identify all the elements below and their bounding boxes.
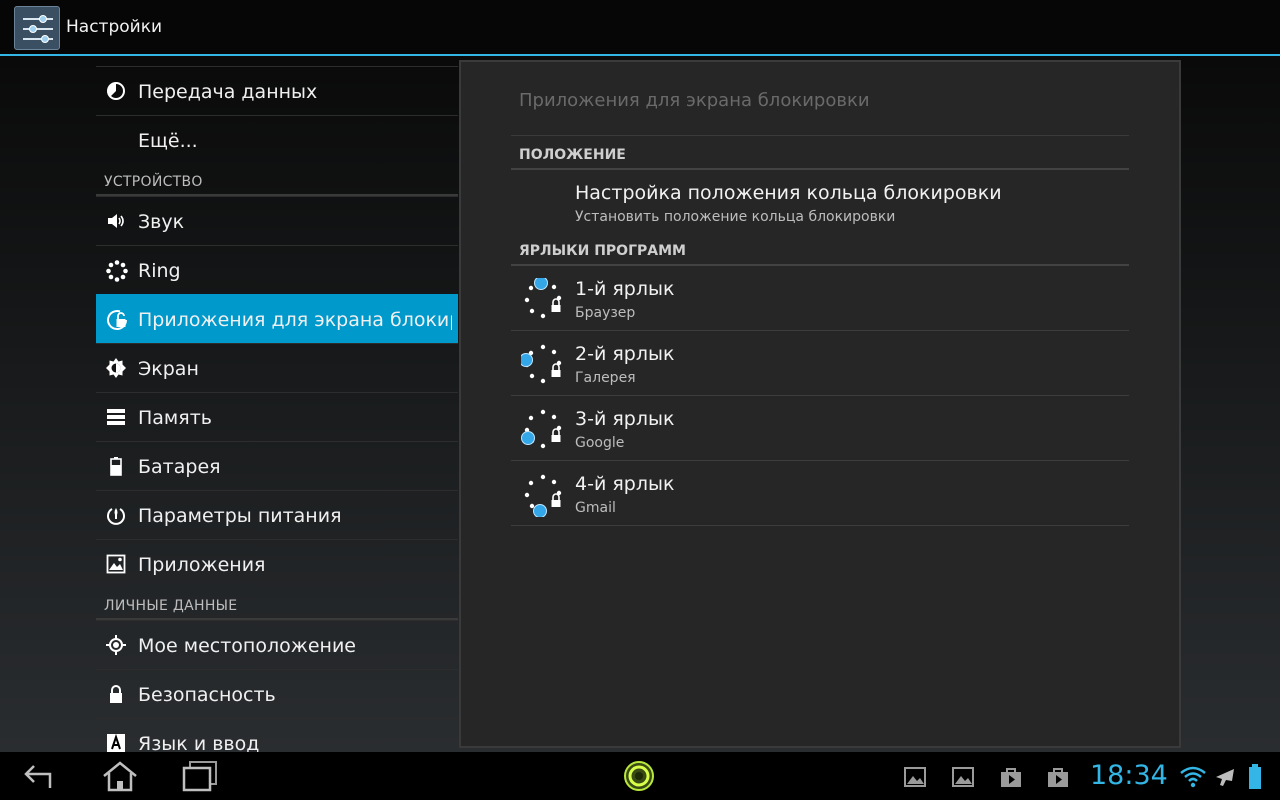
shortcut-app-name: Gmail [575, 500, 616, 516]
lockscreen-ring-icon[interactable] [620, 758, 658, 794]
battery-icon [106, 456, 126, 476]
sidebar-item-label: Звук [138, 211, 185, 233]
data-usage-icon [106, 81, 126, 101]
gallery-notification-icon[interactable] [952, 766, 974, 788]
shortcut-title: 1-й ярлык [575, 278, 675, 300]
shortcut-item-1[interactable]: 1-й ярлык Браузер [511, 266, 1129, 331]
action-bar: Настройки [0, 0, 1280, 56]
sidebar-item-security[interactable]: Безопасность [96, 669, 458, 718]
clock[interactable]: 18:34 [1090, 760, 1168, 791]
sidebar-item-power[interactable]: Параметры питания [96, 490, 458, 539]
sidebar-item-label: Передача данных [138, 81, 318, 103]
lockscreen-apps-icon [106, 309, 127, 330]
shortcut-item-4[interactable]: 4-й ярлык Gmail [511, 461, 1129, 526]
lock-icon [106, 684, 126, 704]
shortcut-app-name: Google [575, 435, 625, 451]
recent-apps-icon[interactable] [180, 758, 220, 794]
section-header-position: ПОЛОЖЕНИЕ [511, 138, 1129, 170]
sidebar-item-storage[interactable]: Память [96, 392, 458, 441]
volume-icon [106, 211, 126, 231]
sidebar-item-battery[interactable]: Батарея [96, 441, 458, 490]
sidebar-item-location[interactable]: Мое местоположение [96, 620, 458, 669]
gallery-notification-icon[interactable] [904, 766, 926, 788]
settings-sliders-icon[interactable] [14, 6, 60, 50]
sidebar-item-label: Ring [138, 260, 181, 282]
shortcut-item-3[interactable]: 3-й ярлык Google [511, 396, 1129, 461]
detail-pane: Приложения для экрана блокировки ПОЛОЖЕН… [459, 60, 1181, 748]
sidebar-item-apps[interactable]: Приложения [96, 539, 458, 588]
sidebar-item-label: Приложения для экрана блокировки [138, 309, 452, 331]
play-store-notification-icon[interactable] [1000, 766, 1022, 788]
sidebar-item-label: Ещё... [138, 130, 198, 152]
settings-category-list: Передача данных Ещё... УСТРОЙСТВО Звук Ring П… [96, 66, 458, 767]
section-header-label: ЯРЛЫКИ ПРОГРАММ [519, 243, 686, 259]
battery-status-icon [1248, 764, 1262, 789]
sidebar-item-label: Приложения [138, 554, 266, 576]
location-icon [106, 635, 126, 655]
sidebar-item-data-usage[interactable]: Передача данных [96, 66, 458, 115]
sidebar-item-label: Батарея [138, 456, 221, 478]
sidebar-item-ring[interactable]: Ring [96, 245, 458, 294]
page-title: Приложения для экрана блокировки [519, 90, 870, 111]
storage-icon [106, 407, 126, 427]
section-header-personal: ЛИЧНЫЕ ДАННЫЕ [96, 588, 458, 620]
divider [511, 525, 1129, 526]
shortcut-title: 2-й ярлык [575, 343, 675, 365]
lock-ring-shortcut-3-icon [521, 408, 565, 452]
sidebar-item-label: Экран [138, 358, 199, 380]
home-icon[interactable] [100, 758, 140, 794]
wifi-icon [1180, 766, 1206, 788]
pref-summary: Установить положение кольца блокировки [575, 209, 896, 225]
sidebar-item-lockscreen-apps[interactable]: Приложения для экрана блокировки [96, 294, 458, 343]
brightness-icon [106, 358, 126, 378]
sidebar-item-more[interactable]: Ещё... [96, 115, 458, 164]
section-header-label: УСТРОЙСТВО [104, 174, 203, 190]
sidebar-item-sound[interactable]: Звук [96, 196, 458, 245]
apps-icon [106, 554, 126, 574]
shortcut-app-name: Браузер [575, 305, 636, 321]
ring-icon [106, 260, 128, 282]
back-icon[interactable] [20, 758, 60, 794]
airplane-mode-icon [1214, 766, 1236, 788]
system-nav-bar: 18:34 [0, 752, 1280, 800]
settings-content: Передача данных Ещё... УСТРОЙСТВО Звук Ring П… [0, 56, 1280, 755]
section-header-device: УСТРОЙСТВО [96, 164, 458, 196]
sidebar-item-label: Параметры питания [138, 505, 342, 527]
sidebar-item-label: Мое местоположение [138, 635, 356, 657]
pref-ring-position[interactable]: Настройка положения кольца блокировки Ус… [511, 170, 1129, 234]
shortcut-item-2[interactable]: 2-й ярлык Галерея [511, 331, 1129, 396]
shortcut-title: 3-й ярлык [575, 408, 675, 430]
lock-ring-shortcut-1-icon [521, 276, 565, 322]
lock-ring-shortcut-4-icon [521, 473, 565, 518]
section-header-label: ЛИЧНЫЕ ДАННЫЕ [104, 598, 238, 614]
pref-title: Настройка положения кольца блокировки [575, 182, 1002, 204]
sidebar-item-label: Безопасность [138, 684, 276, 706]
title-divider [511, 135, 1129, 136]
app-title: Настройки [66, 17, 163, 37]
language-icon [106, 733, 126, 753]
section-header-label: ПОЛОЖЕНИЕ [519, 147, 626, 163]
shortcut-app-name: Галерея [575, 370, 636, 386]
sidebar-item-label: Память [138, 407, 212, 429]
lock-ring-shortcut-2-icon [519, 343, 565, 387]
shortcut-title: 4-й ярлык [575, 473, 675, 495]
play-store-notification-icon[interactable] [1047, 766, 1069, 788]
section-header-shortcuts: ЯРЛЫКИ ПРОГРАММ [511, 234, 1129, 266]
sidebar-item-display[interactable]: Экран [96, 343, 458, 392]
power-icon [106, 505, 126, 525]
